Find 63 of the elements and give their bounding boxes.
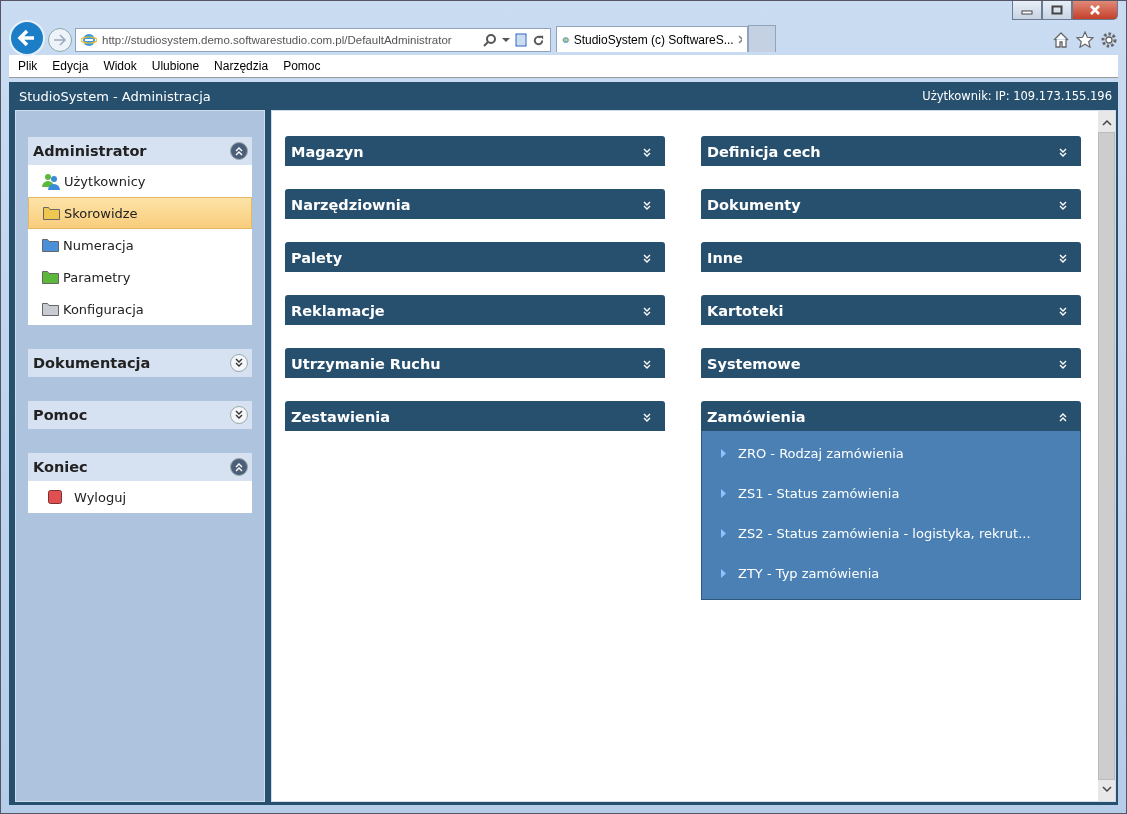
bullet-arrow-icon [721, 448, 726, 458]
sidebar-item[interactable]: Konfiguracja [28, 293, 252, 325]
back-arrow-icon [17, 28, 37, 48]
list-link[interactable]: ZRO - Rodzaj zamówienia [702, 433, 1080, 473]
bullet-arrow-icon [721, 568, 726, 578]
url-text: http://studiosystem.demo.softwarestudio.com.pl/DefaultAdministrator [102, 34, 453, 46]
panel-header[interactable]: Zestawienia [285, 401, 665, 431]
sidebar-group-header[interactable]: Administrator [28, 137, 252, 165]
scrollbar[interactable] [1098, 111, 1115, 801]
panel-header[interactable]: Utrzymanie Ruchu [285, 348, 665, 378]
maximize-icon [1051, 5, 1063, 15]
stop-square-icon [48, 490, 62, 504]
dropdown-caret-icon[interactable] [502, 37, 510, 43]
address-bar[interactable]: http://studiosystem.demo.softwarestudio.com.pl/DefaultAdministrator [75, 28, 551, 52]
list-link[interactable]: ZTY - Typ zamówienia [702, 553, 1080, 593]
user-info: Użytkownik: IP: 109.173.155.196 [922, 89, 1112, 103]
sidebar-item[interactable]: Skorowidze [28, 197, 252, 229]
app-title: StudioSystem - Administracja [19, 88, 211, 104]
panel-header[interactable]: Reklamacje [285, 295, 665, 325]
bullet-arrow-icon [721, 528, 726, 538]
home-icon[interactable] [1052, 31, 1070, 48]
menu-item[interactable]: Pomoc [283, 59, 321, 73]
list-link[interactable]: ZS2 - Status zamówienia - logistyka, rekrut... [702, 513, 1080, 553]
menu-item[interactable]: Widok [103, 59, 137, 73]
collapse-icon[interactable] [230, 458, 248, 476]
refresh-icon[interactable] [532, 33, 545, 47]
sidebar-item[interactable]: Parametry [28, 261, 252, 293]
maximize-button[interactable] [1042, 1, 1072, 20]
settings-icon[interactable] [1100, 31, 1118, 49]
menu-item[interactable]: Plik [18, 59, 38, 73]
browser-tab[interactable]: StudioSystem (c) SoftwareS... [556, 26, 748, 52]
minimize-button[interactable] [1012, 1, 1042, 20]
sidebar-group-header[interactable]: Pomoc [28, 401, 252, 429]
panel-header[interactable]: Inne [701, 242, 1081, 272]
users-icon [42, 172, 60, 190]
menu-item[interactable]: Ulubione [151, 59, 200, 73]
scroll-down-icon[interactable] [1101, 786, 1112, 793]
panel-header[interactable]: Zamówienia [701, 401, 1081, 431]
list-link[interactable]: ZS1 - Status zamówienia [702, 473, 1080, 513]
panel-header[interactable]: Narzędziownia [285, 189, 665, 219]
search-icon[interactable] [483, 33, 497, 47]
sidebar-group-header[interactable]: Koniec [28, 453, 252, 481]
expand-icon[interactable] [230, 354, 248, 372]
collapse-icon[interactable] [230, 142, 248, 160]
close-button[interactable] [1072, 1, 1118, 20]
panel-header[interactable]: Systemowe [701, 348, 1081, 378]
star-icon[interactable] [1076, 31, 1094, 48]
back-button[interactable] [9, 20, 45, 56]
sidebar-group-header[interactable]: Dokumentacja [28, 349, 252, 377]
expand-icon[interactable] [230, 406, 248, 424]
panel-header[interactable]: Definicja cech [701, 136, 1081, 166]
bullet-arrow-icon [721, 488, 726, 498]
sidebar-item[interactable]: Numeracja [28, 229, 252, 261]
forward-arrow-icon [53, 34, 67, 46]
sidebar-item[interactable]: Użytkownicy [28, 165, 252, 197]
menu-item[interactable]: Narzędzia [214, 59, 269, 73]
panel-header[interactable]: Dokumenty [701, 189, 1081, 219]
menu-item[interactable]: Edycja [52, 59, 89, 73]
panel-header[interactable]: Kartoteki [701, 295, 1081, 325]
panel-header[interactable]: Magazyn [285, 136, 665, 166]
panel-header[interactable]: Palety [285, 242, 665, 272]
scroll-up-icon[interactable] [1101, 119, 1112, 126]
sidebar-item[interactable]: Wyloguj [28, 481, 252, 513]
